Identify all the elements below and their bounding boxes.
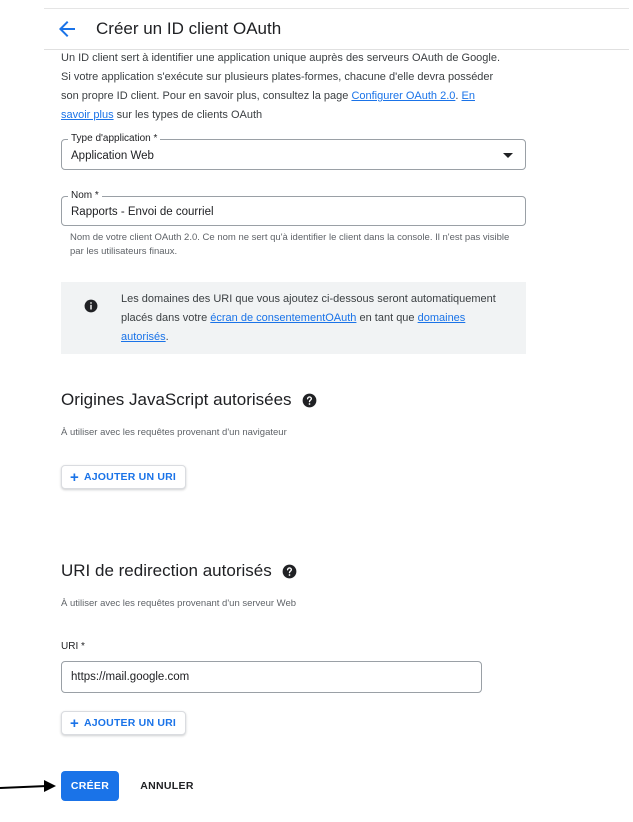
plus-icon: + [70, 714, 79, 732]
info-box: Les domaines des URI que vous ajoutez ci… [61, 282, 526, 354]
redirect-uris-title: URI de redirection autorisés [61, 561, 272, 580]
top-bar: Créer un ID client OAuth [44, 8, 629, 50]
redirect-uris-section: URI de redirection autorisés [61, 561, 297, 581]
add-js-origin-label: AJOUTER UN URI [83, 471, 177, 483]
name-input[interactable]: Rapports - Envoi de courriel [71, 199, 214, 225]
app-type-value: Application Web [71, 149, 154, 162]
help-icon[interactable] [302, 393, 317, 408]
back-arrow-icon[interactable] [55, 17, 79, 41]
info-text: Les domaines des URI que vous ajoutez ci… [121, 290, 513, 347]
app-type-select[interactable]: Type d'application * Application Web [61, 132, 526, 170]
js-origins-subtitle: À utiliser avec les requêtes provenant d… [61, 427, 287, 438]
add-redirect-uri-label: AJOUTER UN URI [83, 717, 177, 729]
name-hint: Nom de votre client OAuth 2.0. Ce nom ne… [70, 232, 510, 257]
configure-oauth-link[interactable]: Configurer OAuth 2.0 [351, 90, 455, 102]
intro-text: Un ID client sert à identifier une appli… [61, 49, 501, 125]
js-origins-section: Origines JavaScript autorisées [61, 390, 317, 410]
info-text-part: en tant que [356, 312, 418, 324]
dropdown-arrow-icon [503, 153, 513, 158]
cancel-button[interactable]: ANNULER [132, 771, 202, 801]
redirect-uri-field[interactable]: https://mail.google.com [61, 661, 482, 693]
create-button[interactable]: CRÉER [61, 771, 119, 801]
info-text-part: . [165, 331, 169, 343]
add-js-origin-button[interactable]: + AJOUTER UN URI [61, 465, 187, 489]
help-icon[interactable] [282, 564, 297, 579]
redirect-uri-input[interactable]: https://mail.google.com [71, 662, 189, 692]
page-title: Créer un ID client OAuth [96, 19, 282, 38]
uri-label: URI * [61, 641, 85, 652]
redirect-uris-subtitle: À utiliser avec les requêtes provenant d… [61, 598, 297, 609]
js-origins-title: Origines JavaScript autorisées [61, 390, 292, 409]
plus-icon: + [70, 468, 79, 486]
consent-screen-link[interactable]: écran de consentementOAuth [210, 312, 356, 324]
info-icon [84, 299, 98, 313]
intro-text-part: sur les types de clients OAuth [113, 109, 263, 121]
add-redirect-uri-button[interactable]: + AJOUTER UN URI [61, 711, 187, 735]
name-field[interactable]: Nom * Rapports - Envoi de courriel [61, 189, 526, 226]
pointer-arrow-icon [0, 780, 56, 792]
